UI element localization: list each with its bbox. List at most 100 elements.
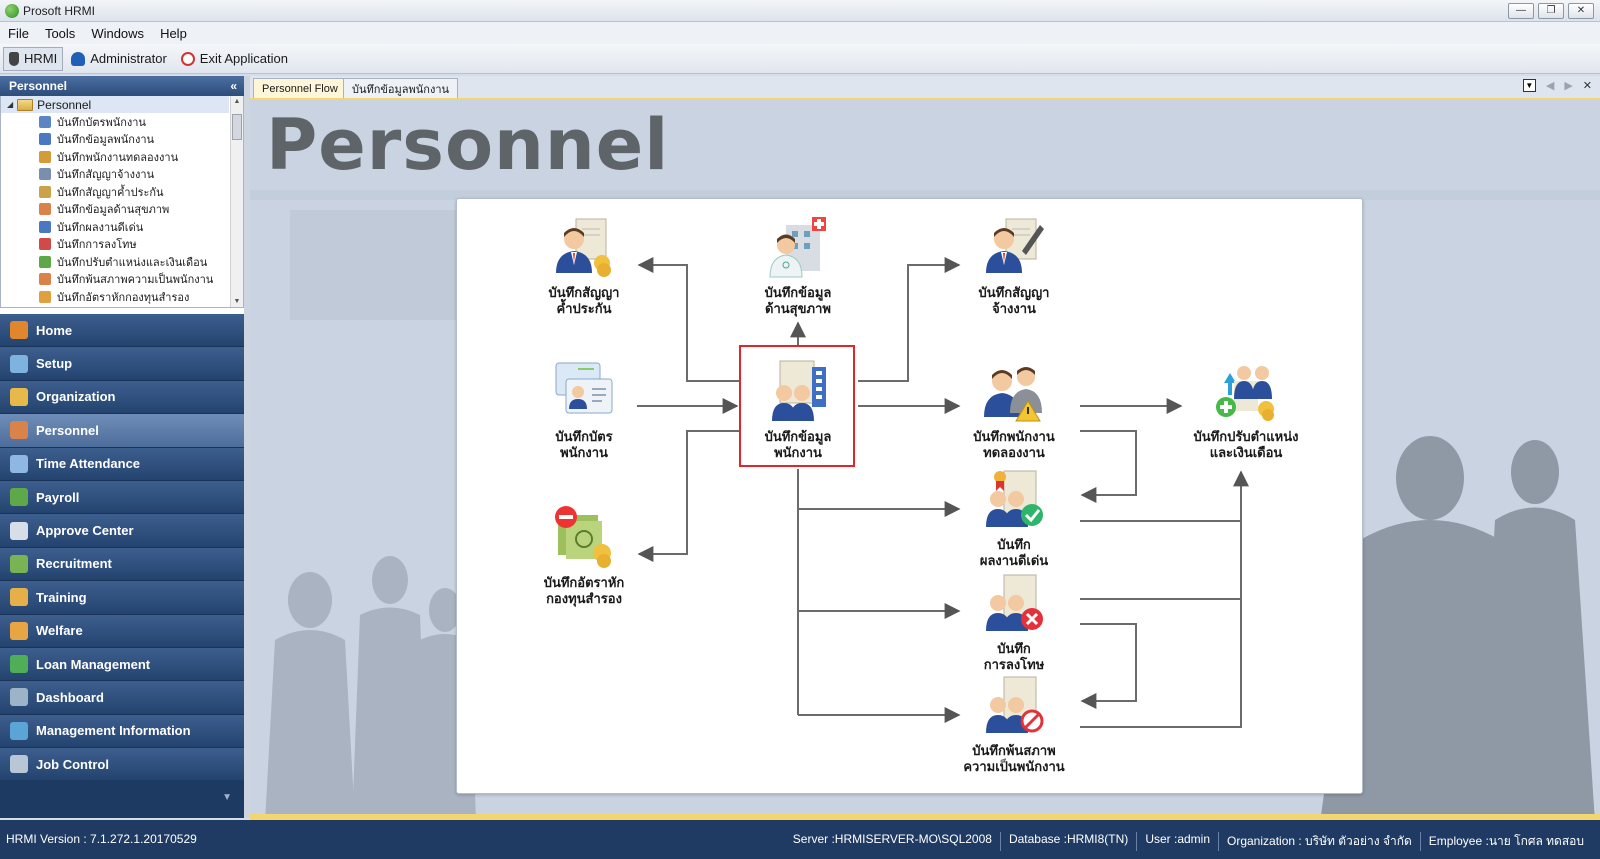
exit-application-button[interactable]: Exit Application <box>175 47 294 71</box>
tab-list-dropdown-icon[interactable]: ▼ <box>1522 79 1536 92</box>
provident-fund-icon <box>555 506 611 568</box>
tab-scroll-right-icon[interactable]: ▶ <box>1564 79 1572 92</box>
management-info-icon <box>10 721 28 740</box>
organization-icon <box>10 387 28 406</box>
module-nav: Home Setup Organization Personnel Time Atten… <box>0 314 244 782</box>
hrmi-label: HRMI <box>24 51 58 66</box>
dashboard-icon <box>10 688 28 707</box>
nav-item-time-attendance[interactable]: Time Attendance <box>0 447 244 481</box>
node-label-line1: บันทึก <box>997 641 1031 656</box>
nav-item-recruitment[interactable]: Recruitment <box>0 547 244 582</box>
nav-item-organization[interactable]: Organization <box>0 380 244 415</box>
close-tab-icon[interactable]: ✕ <box>1583 79 1592 92</box>
scroll-up-icon[interactable]: ▲ <box>231 98 243 105</box>
nav-item-welfare[interactable]: Welfare <box>0 614 244 648</box>
employee-data-icon <box>772 360 826 421</box>
tree-item[interactable]: บันทึกการลงโทษ <box>1 236 243 254</box>
job-control-icon <box>10 755 28 774</box>
tree-root-personnel[interactable]: ◢ Personnel <box>1 96 229 113</box>
menu-windows[interactable]: Windows <box>91 26 144 41</box>
minimize-button[interactable]: — <box>1508 3 1534 19</box>
node-label-line1: บันทึกสัญญา <box>548 285 620 300</box>
menu-file[interactable]: File <box>8 26 29 41</box>
nav-item-management-information[interactable]: Management Information <box>0 714 244 749</box>
tree-item[interactable]: บันทึกสัญญาจ้างงาน <box>1 166 243 184</box>
nav-item-home[interactable]: Home <box>0 314 244 348</box>
node-label-line2: พนักงาน <box>560 445 608 460</box>
tree-item-icon <box>39 185 51 198</box>
tree-item[interactable]: บันทึกข้อมูลด้านสุขภาพ <box>1 201 243 219</box>
node-employee-data[interactable]: บันทึกข้อมูล พนักงาน <box>733 359 863 461</box>
tree-item[interactable]: บันทึกบัตรพนักงาน <box>1 113 243 131</box>
menu-help[interactable]: Help <box>160 26 187 41</box>
tree-item-icon <box>39 273 51 286</box>
nav-item-personnel[interactable]: Personnel <box>0 414 244 448</box>
nav-item-dashboard[interactable]: Dashboard <box>0 681 244 715</box>
tab-scroll-left-icon[interactable]: ◀ <box>1546 79 1554 92</box>
nav-item-setup[interactable]: Setup <box>0 347 244 381</box>
tree-item[interactable]: บันทึกพนักงานทดลองงาน <box>1 148 243 166</box>
nav-expand-icon[interactable]: ▼ <box>222 792 232 803</box>
status-user: User :admin <box>1136 832 1218 851</box>
node-label-line1: บันทึกข้อมูล <box>764 285 832 300</box>
nav-item-training[interactable]: Training <box>0 581 244 615</box>
node-label-line2: การลงโทษ <box>983 657 1045 672</box>
node-position-salary-adjust[interactable]: บันทึกปรับตำแหน่ง และเงินเดือน <box>1181 359 1311 461</box>
exit-icon <box>180 51 195 66</box>
nav-item-payroll[interactable]: Payroll <box>0 480 244 515</box>
node-outstanding-performance[interactable]: บันทึก ผลงานดีเด่น <box>949 467 1079 569</box>
status-server: Server :HRMISERVER-MO\SQL2008 <box>792 832 992 846</box>
tree-expand-icon[interactable]: ◢ <box>7 100 13 109</box>
nav-item-label: Setup <box>36 356 73 372</box>
node-penalty[interactable]: บันทึก การลงโทษ <box>949 571 1079 673</box>
position-salary-icon <box>1216 366 1274 421</box>
node-provident-fund[interactable]: บันทึกอัตราหัก กองทุนสำรอง <box>519 505 649 607</box>
tab-personnel-flow[interactable]: Personnel Flow <box>253 78 347 98</box>
node-employee-card[interactable]: บันทึกบัตร พนักงาน <box>519 359 649 461</box>
nav-item-label: Welfare <box>36 623 83 639</box>
menu-tools[interactable]: Tools <box>45 26 75 41</box>
status-info: Server :HRMISERVER-MO\SQL2008 Database :… <box>785 832 1592 851</box>
node-label-line1: บันทึกข้อมูล <box>764 429 832 444</box>
collapse-panel-icon[interactable]: « <box>230 79 237 93</box>
tree-item-label: บันทึกสัญญาค้ำประกัน <box>57 186 164 199</box>
tree-item[interactable]: บันทึกพ้นสภาพความเป็นพนักงาน <box>1 271 243 289</box>
node-employment-contract[interactable]: บันทึกสัญญา จ้างงาน <box>949 215 1079 317</box>
scroll-thumb[interactable] <box>232 114 242 140</box>
tree-item[interactable]: บันทึกอัตราหักกองทุนสำรอง <box>1 288 243 306</box>
tree-scrollbar[interactable]: ▲ ▼ <box>230 96 243 307</box>
tree-item[interactable]: บันทึกสัญญาค้ำประกัน <box>1 183 243 201</box>
node-label-line2: ทดลองงาน <box>983 445 1045 460</box>
tab-employee-data[interactable]: บันทึกข้อมูลพนักงาน <box>343 78 459 98</box>
status-bar: HRMI Version : 7.1.272.1.20170529 Server… <box>0 820 1600 859</box>
node-probation[interactable]: บันทึกพนักงาน ทดลองงาน <box>949 359 1079 461</box>
folder-icon <box>17 98 34 111</box>
tree-item[interactable]: บันทึกผลงานดีเด่น <box>1 218 243 236</box>
setup-icon <box>10 354 28 373</box>
termination-icon <box>986 676 1044 733</box>
tree-item-icon <box>39 150 51 163</box>
administrator-button[interactable]: Administrator <box>65 47 173 71</box>
nav-item-approve-center[interactable]: Approve Center <box>0 514 244 548</box>
restore-button[interactable]: ❐ <box>1538 3 1564 19</box>
hrmi-button[interactable]: HRMI <box>3 46 64 71</box>
nav-item-label: Time Attendance <box>36 456 141 472</box>
nav-item-label: Loan Management <box>36 656 151 672</box>
nav-item-job-control[interactable]: Job Control <box>0 748 244 782</box>
node-health-record[interactable]: บันทึกข้อมูล ด้านสุขภาพ <box>733 215 863 317</box>
scroll-down-icon[interactable]: ▼ <box>231 298 243 305</box>
tree-item-icon <box>39 220 51 233</box>
tree-item[interactable]: บันทึกปรับตำแหน่งและเงินเดือน <box>1 253 243 271</box>
node-guarantee-contract[interactable]: บันทึกสัญญา ค้ำประกัน <box>519 215 649 317</box>
close-button[interactable]: ✕ <box>1568 3 1594 19</box>
nav-item-loan-management[interactable]: Loan Management <box>0 647 244 682</box>
employee-card-icon <box>555 362 613 414</box>
node-termination[interactable]: บันทึกพ้นสภาพ ความเป็นพนักงาน <box>949 673 1079 775</box>
tree-item-icon <box>39 290 51 303</box>
node-label-line2: พนักงาน <box>774 445 822 460</box>
tree-item[interactable]: บันทึกข้อมูลพนักงาน <box>1 131 243 149</box>
window-controls: — ❐ ✕ <box>1508 3 1594 19</box>
status-version: HRMI Version : 7.1.272.1.20170529 <box>6 832 197 846</box>
left-panel: Personnel « ◢ Personnel บันทึกบัตรพนักงา… <box>0 76 244 818</box>
tree-item-icon <box>39 203 51 216</box>
